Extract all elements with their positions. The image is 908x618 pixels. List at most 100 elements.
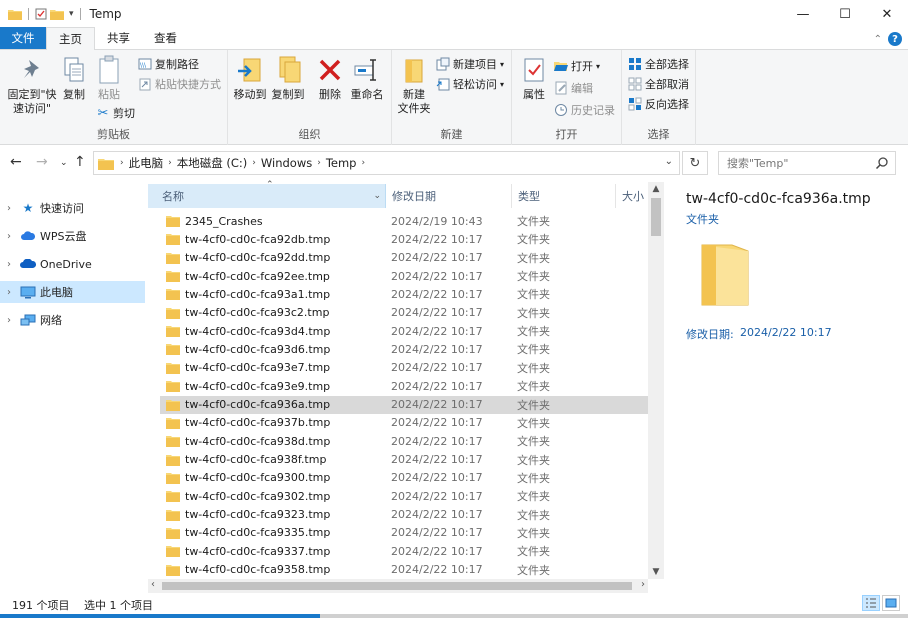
table-row[interactable]: 2345_Crashes 2024/2/19 10:43 文件夹 xyxy=(160,212,648,230)
nav-item-quick-access[interactable]: › ★ 快速访问 xyxy=(0,197,145,219)
copy-to-button[interactable]: 复制到 xyxy=(270,54,306,102)
file-type: 文件夹 xyxy=(517,380,550,394)
nav-item-this-pc[interactable]: › 此电脑 xyxy=(0,281,145,303)
table-row[interactable]: tw-4cf0-cd0c-fca9302.tmp 2024/2/22 10:17 文… xyxy=(160,487,648,505)
table-row[interactable]: tw-4cf0-cd0c-fca938d.tmp 2024/2/22 10:17 文… xyxy=(160,432,648,450)
scrollbar-thumb[interactable] xyxy=(162,582,632,590)
new-item-label: 新建项目 xyxy=(453,58,497,71)
cut-button[interactable]: ✂ 剪切 xyxy=(96,105,135,121)
table-row[interactable]: tw-4cf0-cd0c-fca9335.tmp 2024/2/22 10:17 文… xyxy=(160,524,648,542)
file-type: 文件夹 xyxy=(517,233,550,247)
recent-locations-button[interactable]: ⌄ xyxy=(60,158,68,168)
open-button[interactable]: 打开 ▾ xyxy=(554,58,600,74)
move-to-button[interactable]: 移动到 xyxy=(232,54,268,102)
large-icons-view-icon[interactable] xyxy=(882,595,900,611)
up-button[interactable]: ↑ xyxy=(74,154,86,170)
table-row[interactable]: tw-4cf0-cd0c-fca93c2.tmp 2024/2/22 10:17 文… xyxy=(160,304,648,322)
nav-item-network[interactable]: › 网络 xyxy=(0,309,145,331)
collapse-ribbon-icon[interactable]: ⌃ xyxy=(874,34,882,45)
history-button[interactable]: 历史记录 xyxy=(554,102,615,118)
scroll-up-icon[interactable]: ▲ xyxy=(648,184,664,194)
tab-view[interactable]: 查看 xyxy=(142,27,189,49)
scroll-left-icon[interactable]: ‹ xyxy=(151,579,155,590)
paste-button[interactable]: 粘贴 xyxy=(94,54,124,102)
tab-share[interactable]: 共享 xyxy=(95,27,142,49)
column-header-size[interactable]: 大小 xyxy=(616,184,652,208)
chevron-down-icon[interactable]: ⌄ xyxy=(373,191,381,201)
help-icon[interactable]: ? xyxy=(888,32,902,46)
breadcrumb-temp[interactable]: Temp xyxy=(326,156,357,170)
table-row[interactable]: tw-4cf0-cd0c-fca93d6.tmp 2024/2/22 10:17 文… xyxy=(160,340,648,358)
select-none-button[interactable]: 全部取消 xyxy=(628,76,689,92)
table-row[interactable]: tw-4cf0-cd0c-fca9358.tmp 2024/2/22 10:17 文… xyxy=(160,561,648,579)
file-name: tw-4cf0-cd0c-fca9358.tmp xyxy=(185,563,331,577)
nav-item-onedrive[interactable]: › OneDrive xyxy=(0,253,145,275)
table-row[interactable]: tw-4cf0-cd0c-fca92ee.tmp 2024/2/22 10:17 文… xyxy=(160,267,648,285)
chevron-right-icon[interactable]: › xyxy=(0,287,18,298)
address-bar[interactable]: › 此电脑 › 本地磁盘 (C:) › Windows › Temp › ⌄ xyxy=(93,151,680,175)
edit-button[interactable]: 编辑 xyxy=(554,80,593,96)
address-dropdown-icon[interactable]: ⌄ xyxy=(665,156,673,167)
horizontal-scrollbar[interactable]: ‹ › xyxy=(148,579,648,593)
table-row[interactable]: tw-4cf0-cd0c-fca93a1.tmp 2024/2/22 10:17 文… xyxy=(160,285,648,303)
easy-access-button[interactable]: 轻松访问 ▾ xyxy=(436,76,504,92)
delete-button[interactable]: 删除 xyxy=(316,54,344,102)
table-row[interactable]: tw-4cf0-cd0c-fca937b.tmp 2024/2/22 10:17 文… xyxy=(160,414,648,432)
chevron-right-icon[interactable]: › xyxy=(0,315,18,326)
table-row[interactable]: tw-4cf0-cd0c-fca93e7.tmp 2024/2/22 10:17 文… xyxy=(160,359,648,377)
nav-item-wps-cloud[interactable]: › WPS云盘 xyxy=(0,225,145,247)
file-name: tw-4cf0-cd0c-fca93e7.tmp xyxy=(185,361,331,375)
copy-path-button[interactable]: \\\ 复制路径 xyxy=(138,56,199,72)
properties-button[interactable]: 属性 xyxy=(518,54,550,102)
chevron-right-icon[interactable]: › xyxy=(0,231,18,242)
tab-home[interactable]: 主页 xyxy=(46,27,95,50)
new-item-button[interactable]: 新建项目 ▾ xyxy=(436,56,504,72)
scroll-down-icon[interactable]: ▼ xyxy=(648,567,664,577)
close-button[interactable]: ✕ xyxy=(866,0,908,28)
scroll-right-icon[interactable]: › xyxy=(641,579,645,590)
qat-dropdown-icon[interactable]: ▾ xyxy=(69,9,74,19)
new-folder-icon[interactable] xyxy=(50,8,64,20)
table-row[interactable]: tw-4cf0-cd0c-fca9323.tmp 2024/2/22 10:17 文… xyxy=(160,506,648,524)
breadcrumb-local-disk[interactable]: 本地磁盘 (C:) xyxy=(177,155,248,171)
table-row[interactable]: tw-4cf0-cd0c-fca936a.tmp 2024/2/22 10:17 文… xyxy=(160,395,648,414)
table-row[interactable]: tw-4cf0-cd0c-fca92dd.tmp 2024/2/22 10:17 文… xyxy=(160,249,648,267)
forward-button[interactable]: → xyxy=(36,154,48,170)
file-date: 2024/2/22 10:17 xyxy=(391,508,483,522)
column-header-name[interactable]: ⌃ 名称 ⌄ xyxy=(148,180,386,208)
back-button[interactable]: ← xyxy=(10,154,22,170)
status-bar: 191 个项目 选中 1 个项目 xyxy=(0,593,908,615)
minimize-button[interactable]: — xyxy=(782,0,824,28)
search-input[interactable]: 搜索"Temp" xyxy=(718,151,896,175)
copy-button[interactable]: 复制 xyxy=(60,54,88,102)
vertical-scrollbar[interactable]: ▲ ▼ xyxy=(648,182,664,579)
table-row[interactable]: tw-4cf0-cd0c-fca93e9.tmp 2024/2/22 10:17 文… xyxy=(160,377,648,395)
details-view-icon[interactable] xyxy=(862,595,880,611)
breadcrumb-this-pc[interactable]: 此电脑 xyxy=(129,155,164,171)
table-row[interactable]: tw-4cf0-cd0c-fca9300.tmp 2024/2/22 10:17 文… xyxy=(160,469,648,487)
scrollbar-thumb[interactable] xyxy=(651,198,661,236)
new-folder-button[interactable]: 新建 文件夹 xyxy=(394,54,434,116)
column-header-type[interactable]: 类型 xyxy=(512,184,616,208)
refresh-button[interactable]: ↻ xyxy=(682,151,708,175)
breadcrumb-windows[interactable]: Windows xyxy=(261,156,312,170)
copy-path-label: 复制路径 xyxy=(155,58,199,71)
invert-selection-button[interactable]: 反向选择 xyxy=(628,96,689,112)
chevron-right-icon[interactable]: › xyxy=(0,259,18,270)
tab-file[interactable]: 文件 xyxy=(0,27,46,49)
properties-icon[interactable] xyxy=(35,8,47,20)
maximize-button[interactable]: ☐ xyxy=(824,0,866,28)
paste-shortcut-button[interactable]: 粘贴快捷方式 xyxy=(138,76,221,92)
table-row[interactable]: tw-4cf0-cd0c-fca93d4.tmp 2024/2/22 10:17 文… xyxy=(160,322,648,340)
table-row[interactable]: tw-4cf0-cd0c-fca938f.tmp 2024/2/22 10:17 文… xyxy=(160,451,648,469)
chevron-right-icon[interactable]: › xyxy=(0,203,18,214)
column-header-date[interactable]: 修改日期 xyxy=(386,184,512,208)
preview-date-label: 修改日期: xyxy=(686,328,734,341)
select-all-button[interactable]: 全部选择 xyxy=(628,56,689,72)
folder-icon xyxy=(166,233,182,246)
table-row[interactable]: tw-4cf0-cd0c-fca92db.tmp 2024/2/22 10:17 文… xyxy=(160,230,648,248)
pin-quick-access-button[interactable]: 固定到"快 速访问" xyxy=(4,54,60,116)
view-switcher xyxy=(862,595,900,611)
table-row[interactable]: tw-4cf0-cd0c-fca9337.tmp 2024/2/22 10:17 文… xyxy=(160,542,648,560)
rename-button[interactable]: 重命名 xyxy=(348,54,386,102)
